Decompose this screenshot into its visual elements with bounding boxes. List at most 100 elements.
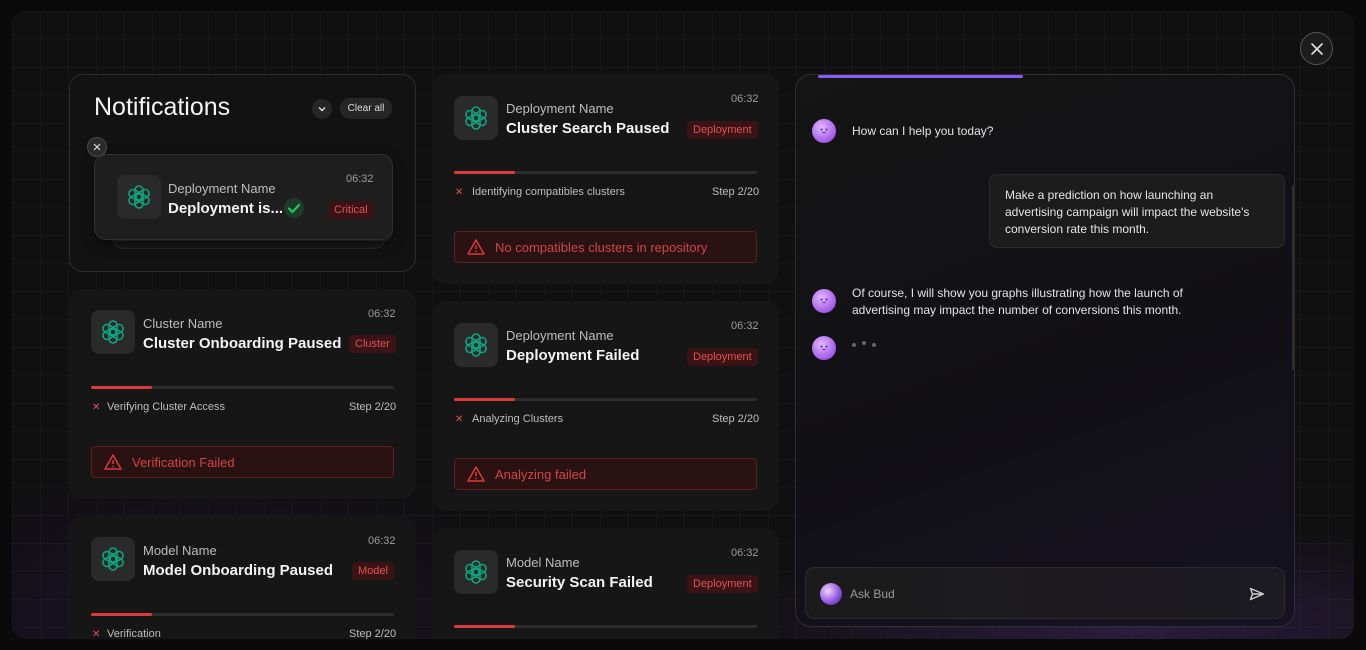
notification-card[interactable]: Cluster Name Cluster Onboarding Paused 0… — [69, 289, 416, 499]
error-message: Analyzing failed — [495, 466, 587, 482]
card-time: 06:32 — [731, 547, 759, 559]
progress-fill — [454, 625, 515, 628]
error-banner: Analyzing failed — [454, 458, 757, 490]
chat-panel: How can I help you today? Make a predict… — [795, 74, 1295, 627]
card-time: 06:32 — [731, 93, 759, 105]
close-button[interactable] — [1300, 32, 1333, 65]
card-subtitle: Model Name — [506, 555, 580, 570]
error-banner: No compatibles clusters in repository — [454, 231, 757, 263]
step-counter: Step 2/20 — [349, 628, 397, 639]
close-icon — [1310, 42, 1323, 55]
progress-fill — [91, 613, 152, 616]
progress-fill — [454, 171, 515, 174]
card-subtitle: Cluster Name — [143, 316, 223, 331]
notification-card[interactable]: Deployment Name Deployment Failed 06:32 … — [432, 301, 779, 511]
progress-track — [454, 625, 757, 628]
card-subtitle: Deployment Name — [506, 101, 614, 116]
bot-face-icon — [820, 298, 828, 304]
card-title: Cluster Search Paused — [506, 120, 670, 137]
card-title: Model Onboarding Paused — [143, 562, 334, 579]
failed-step-icon: ✕ — [92, 402, 101, 413]
card-title: Security Scan Failed — [506, 574, 653, 591]
failed-step-icon: ✕ — [455, 187, 464, 198]
progress-track — [91, 386, 394, 389]
chat-scrollbar[interactable] — [1292, 185, 1294, 370]
openai-logo-icon — [102, 320, 124, 344]
openai-logo-icon — [465, 560, 487, 584]
notification-card[interactable]: Deployment Name Cluster Search Paused 06… — [432, 74, 779, 284]
logo-box — [91, 310, 135, 354]
progress-track — [454, 171, 757, 174]
typing-indicator — [852, 340, 876, 347]
bot-face-icon — [820, 345, 828, 351]
logo-box — [454, 323, 498, 367]
category-badge: Cluster — [349, 335, 396, 353]
openai-logo-icon — [465, 106, 487, 130]
bot-avatar — [812, 119, 836, 143]
step-description: Verifying Cluster Access — [107, 401, 225, 413]
error-message: No compatibles clusters in repository — [495, 239, 708, 255]
step-counter: Step 2/20 — [349, 401, 397, 413]
notifications-title: Notifications — [94, 93, 231, 121]
notification-title: Deployment is... — [168, 200, 284, 217]
logo-box — [117, 175, 161, 219]
typing-dot — [872, 343, 876, 347]
user-message: Make a prediction on how launching an ad… — [989, 174, 1285, 248]
category-badge: Deployment — [687, 575, 758, 593]
category-badge: Deployment — [687, 121, 758, 139]
notification-time: 06:32 — [346, 173, 374, 185]
card-title: Cluster Onboarding Paused — [143, 335, 342, 352]
check-circle-icon — [284, 198, 304, 218]
clear-all-button[interactable]: Clear all — [340, 98, 392, 119]
logo-box — [454, 96, 498, 140]
dismiss-notification-button[interactable] — [87, 137, 107, 157]
card-subtitle: Model Name — [143, 543, 217, 558]
typing-dot — [862, 340, 866, 345]
progress-track — [454, 398, 757, 401]
chat-input-box — [805, 567, 1285, 619]
error-message: Verification Failed — [132, 454, 235, 470]
step-description: Verification — [107, 628, 161, 639]
send-icon — [1249, 587, 1265, 601]
severity-badge: Critical — [328, 201, 374, 219]
step-counter: Step 2/20 — [712, 413, 760, 425]
bot-message: How can I help you today? — [852, 124, 994, 138]
logo-box — [91, 537, 135, 581]
warning-triangle-icon — [467, 239, 485, 255]
chevron-down-icon — [318, 107, 326, 112]
chat-progress-bar — [818, 75, 1023, 78]
failed-step-icon: ✕ — [455, 414, 464, 425]
card-subtitle: Deployment Name — [506, 328, 614, 343]
bot-avatar — [812, 336, 836, 360]
card-title: Deployment Failed — [506, 347, 640, 364]
error-banner: Verification Failed — [91, 446, 394, 478]
send-button[interactable] — [1246, 584, 1268, 604]
notifications-panel: Notifications Clear all Deployment Name … — [69, 74, 416, 272]
pinned-notification[interactable]: Deployment Name Deployment is... 06:32 C… — [94, 154, 393, 240]
warning-triangle-icon — [467, 466, 485, 482]
warning-triangle-icon — [104, 454, 122, 470]
category-badge: Deployment — [687, 348, 758, 366]
category-badge: Model — [352, 562, 394, 580]
step-counter: Step 2/20 — [712, 186, 760, 198]
step-description: Analyzing Clusters — [472, 413, 564, 425]
assistant-orb-icon — [820, 583, 842, 605]
notification-card[interactable]: Model Name Security Scan Failed 06:32 De… — [432, 528, 779, 639]
card-time: 06:32 — [368, 308, 396, 320]
openai-logo-icon — [128, 185, 150, 209]
chat-input[interactable] — [850, 582, 1230, 606]
progress-track — [91, 613, 394, 616]
openai-logo-icon — [465, 333, 487, 357]
failed-step-icon: ✕ — [92, 629, 101, 639]
card-time: 06:32 — [731, 320, 759, 332]
typing-dot — [852, 343, 856, 347]
bot-message: Of course, I will show you graphs illust… — [852, 286, 1183, 317]
card-time: 06:32 — [368, 535, 396, 547]
close-icon — [93, 143, 101, 151]
progress-fill — [454, 398, 515, 401]
collapse-button[interactable] — [312, 99, 332, 119]
notification-chat-modal: Notifications Clear all Deployment Name … — [12, 11, 1354, 639]
bot-face-icon — [820, 128, 828, 134]
notification-card[interactable]: Model Name Model Onboarding Paused 06:32… — [69, 516, 416, 639]
logo-box — [454, 550, 498, 594]
